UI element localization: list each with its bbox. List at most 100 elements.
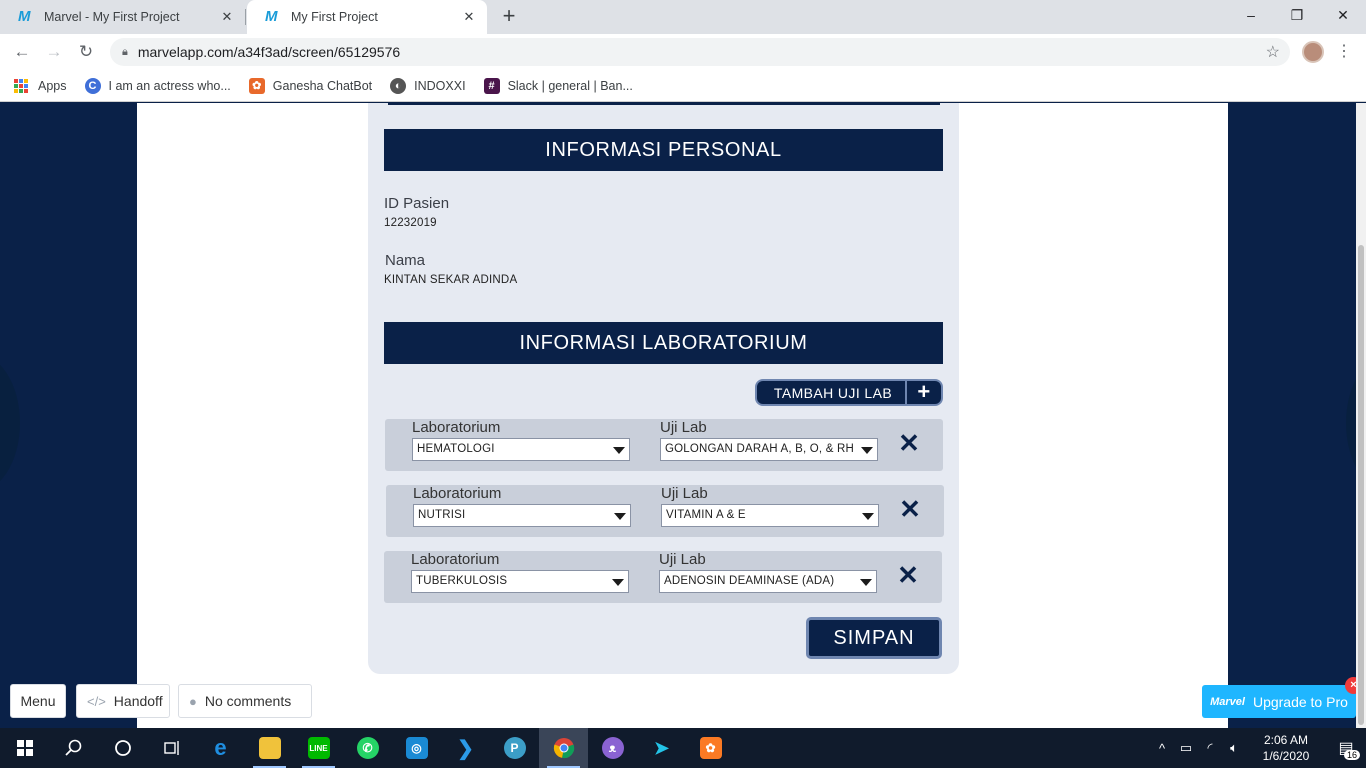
notification-count: 16 bbox=[1343, 750, 1360, 760]
volume-icon[interactable]: 🔈︎ bbox=[1222, 740, 1246, 756]
profile-avatar[interactable] bbox=[1302, 41, 1324, 63]
comments-button[interactable]: ● No comments bbox=[178, 684, 312, 718]
add-lab-test-button[interactable]: TAMBAH UJI LAB + bbox=[755, 379, 943, 406]
scrollbar-thumb[interactable] bbox=[1358, 245, 1364, 725]
restore-button[interactable]: ❐ bbox=[1274, 0, 1320, 30]
edge-icon[interactable]: e bbox=[196, 728, 245, 768]
uji-lab-label: Uji Lab bbox=[659, 551, 706, 568]
vscode-icon[interactable]: ❯ bbox=[441, 728, 490, 768]
tab-marvel-my-first-project[interactable]: M Marvel - My First Project ✕ bbox=[0, 0, 245, 34]
tab-close-icon[interactable]: ✕ bbox=[461, 9, 477, 25]
tab-separator bbox=[245, 9, 246, 25]
laboratorium-select[interactable]: NUTRISI bbox=[413, 504, 631, 527]
laboratorium-select[interactable]: HEMATOLOGI bbox=[412, 438, 630, 461]
time-text: 2:06 AM bbox=[1263, 733, 1309, 747]
tab-title: My First Project bbox=[291, 10, 378, 24]
address-bar[interactable]: 🔒︎ marvelapp.com/a34f3ad/screen/65129576… bbox=[110, 38, 1290, 66]
dropdown-caret-icon bbox=[613, 447, 625, 454]
whatsapp-icon[interactable]: ✆ bbox=[343, 728, 392, 768]
menu-label: Menu bbox=[20, 693, 56, 709]
plus-icon: + bbox=[905, 381, 941, 404]
uji-lab-value: VITAMIN A & E bbox=[666, 509, 746, 521]
tab-close-icon[interactable]: ✕ bbox=[219, 9, 235, 25]
divider bbox=[388, 103, 940, 105]
lab-info-header: INFORMASI LABORATORIUM bbox=[384, 322, 943, 364]
patient-id-label: ID Pasien bbox=[384, 195, 450, 212]
terminal-app-icon[interactable]: ➤ bbox=[637, 728, 686, 768]
comment-bubble-icon: ● bbox=[189, 693, 197, 709]
clock[interactable]: 2:06 AM 1/6/2020 bbox=[1246, 732, 1326, 764]
upgrade-to-pro-button[interactable]: Marvel Upgrade to Pro bbox=[1202, 685, 1356, 718]
bookmark-ganesha[interactable]: ✿ Ganesha ChatBot bbox=[248, 77, 372, 94]
marvel-logo: Marvel bbox=[1210, 695, 1245, 708]
dropdown-caret-icon bbox=[614, 513, 626, 520]
name-label: Nama bbox=[385, 252, 426, 269]
uji-lab-label: Uji Lab bbox=[661, 485, 708, 502]
xampp-icon[interactable]: ✿ bbox=[686, 728, 735, 768]
lab-row: Laboratorium NUTRISI Uji Lab VITAMIN A &… bbox=[386, 485, 944, 537]
lab-row: Laboratorium TUBERKULOSIS Uji Lab ADENOS… bbox=[384, 551, 942, 603]
bookmark-label: Apps bbox=[38, 78, 67, 93]
dropdown-caret-icon bbox=[860, 579, 872, 586]
comments-label: No comments bbox=[204, 693, 292, 709]
remove-row-icon[interactable]: ✕ bbox=[897, 430, 921, 456]
line-icon[interactable]: LINE bbox=[294, 728, 343, 768]
bookmark-star-icon[interactable]: ☆ bbox=[1266, 42, 1280, 62]
battery-icon[interactable]: ▭ bbox=[1174, 740, 1198, 756]
handoff-button[interactable]: </> Handoff bbox=[76, 684, 170, 718]
uji-lab-select[interactable]: VITAMIN A & E bbox=[661, 504, 879, 527]
prev-screen-handle[interactable] bbox=[0, 353, 20, 493]
personal-info-header: INFORMASI PERSONAL bbox=[384, 129, 943, 171]
laboratorium-select[interactable]: TUBERKULOSIS bbox=[411, 570, 629, 593]
browser-tab-strip: M Marvel - My First Project ✕ M My First… bbox=[0, 0, 1366, 34]
cortana-icon[interactable] bbox=[98, 728, 147, 768]
marvel-menu-button[interactable]: Menu bbox=[10, 684, 66, 718]
reload-icon[interactable]: ↻ bbox=[74, 40, 98, 64]
chevron-up-icon[interactable]: ^ bbox=[1150, 741, 1174, 756]
file-explorer-icon[interactable] bbox=[245, 728, 294, 768]
task-view-icon[interactable] bbox=[147, 728, 196, 768]
instagram-icon[interactable]: ◎ bbox=[392, 728, 441, 768]
dropdown-caret-icon bbox=[861, 447, 873, 454]
date-text: 1/6/2020 bbox=[1262, 749, 1310, 763]
uji-lab-value: ADENOSIN DEAMINASE (ADA) bbox=[664, 575, 835, 587]
remove-row-icon[interactable]: ✕ bbox=[896, 562, 920, 588]
bookmark-apps[interactable]: Apps bbox=[14, 78, 67, 93]
minimize-button[interactable]: – bbox=[1228, 0, 1274, 30]
search-icon[interactable] bbox=[49, 728, 98, 768]
browser-toolbar: ← → ↻ 🔒︎ marvelapp.com/a34f3ad/screen/65… bbox=[0, 34, 1366, 70]
remove-row-icon[interactable]: ✕ bbox=[898, 496, 922, 522]
lock-icon: 🔒︎ bbox=[122, 45, 128, 58]
page-viewport: INFORMASI PERSONAL ID Pasien 12232019 Na… bbox=[0, 103, 1366, 728]
slack-icon: # bbox=[483, 77, 500, 94]
laboratorium-value: HEMATOLOGI bbox=[417, 443, 495, 455]
uji-lab-select[interactable]: GOLONGAN DARAH A, B, O, & RH bbox=[660, 438, 878, 461]
dropdown-caret-icon bbox=[862, 513, 874, 520]
close-window-button[interactable]: ✕ bbox=[1320, 0, 1366, 30]
upgrade-label: Upgrade to Pro bbox=[1252, 693, 1348, 710]
url-text[interactable]: marvelapp.com/a34f3ad/screen/65129576 bbox=[138, 44, 1266, 60]
code-icon: </> bbox=[87, 693, 106, 709]
bookmark-label: I am an actress who... bbox=[108, 78, 231, 93]
bookmark-slack[interactable]: # Slack | general | Ban... bbox=[483, 77, 633, 94]
bookmark-actress[interactable]: C I am an actress who... bbox=[84, 77, 231, 94]
bookmarks-bar: Apps C I am an actress who... ✿ Ganesha … bbox=[0, 70, 1366, 102]
browser-menu-icon[interactable]: ⋮ bbox=[1336, 40, 1352, 64]
save-button[interactable]: SIMPAN bbox=[806, 617, 942, 659]
p-app-icon[interactable]: P bbox=[490, 728, 539, 768]
wifi-icon[interactable]: ◜ bbox=[1198, 740, 1222, 756]
cat-app-icon[interactable]: ᴥ bbox=[588, 728, 637, 768]
new-tab-button[interactable]: + bbox=[498, 5, 520, 27]
bookmark-indoxxi[interactable]: ◐ INDOXXI bbox=[390, 77, 466, 94]
uji-lab-select[interactable]: ADENOSIN DEAMINASE (ADA) bbox=[659, 570, 877, 593]
patient-id-value: 12232019 bbox=[384, 217, 437, 229]
laboratorium-value: NUTRISI bbox=[418, 509, 466, 521]
add-lab-test-label: TAMBAH UJI LAB bbox=[773, 384, 893, 401]
forward-arrow-icon[interactable]: → bbox=[42, 40, 66, 64]
windows-start-icon[interactable] bbox=[0, 728, 49, 768]
system-tray: ^ ▭ ◜ 🔈︎ 2:06 AM 1/6/2020 ▤ 16 bbox=[1150, 728, 1366, 768]
notification-center-icon[interactable]: ▤ 16 bbox=[1326, 728, 1366, 768]
back-arrow-icon[interactable]: ← bbox=[10, 40, 34, 64]
tab-my-first-project[interactable]: M My First Project ✕ bbox=[247, 0, 487, 34]
chrome-icon[interactable] bbox=[539, 728, 588, 768]
